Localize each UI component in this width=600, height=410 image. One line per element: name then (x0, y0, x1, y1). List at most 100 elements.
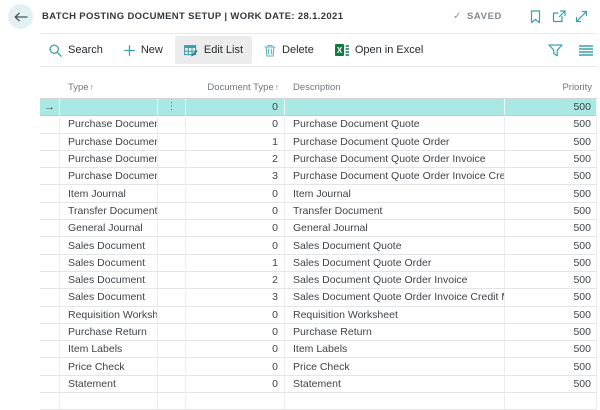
row-selector-cell[interactable] (40, 134, 60, 151)
row-options-cell[interactable] (158, 116, 186, 133)
row-selector-cell[interactable] (40, 185, 60, 202)
row-selector-cell[interactable] (40, 237, 60, 254)
cell-priority[interactable]: 500 (505, 307, 597, 324)
cell-document-type[interactable]: 1 (186, 134, 285, 151)
row-selector-cell[interactable] (40, 272, 60, 289)
cell-type[interactable]: Sales Document (60, 272, 158, 289)
open-in-excel-button[interactable]: X Open in Excel (326, 36, 432, 64)
cell-description[interactable]: Transfer Document (285, 203, 505, 220)
filter-button[interactable] (544, 40, 567, 60)
cell-document-type[interactable]: 3 (186, 289, 285, 306)
row-selector-cell[interactable] (40, 307, 60, 324)
row-selector-cell[interactable] (40, 376, 60, 393)
cell-document-type[interactable]: 0 (186, 203, 285, 220)
row-selector-cell[interactable] (40, 289, 60, 306)
cell-type[interactable]: Statement (60, 376, 158, 393)
cell-document-type[interactable]: 0 (186, 376, 285, 393)
cell-document-type[interactable]: 2 (186, 151, 285, 168)
cell-document-type[interactable]: 1 (186, 255, 285, 272)
cell-type[interactable]: Purchase Document (60, 151, 158, 168)
row-selector-cell[interactable] (40, 220, 60, 237)
column-header-priority[interactable]: Priority (505, 82, 597, 93)
cell-description[interactable] (285, 99, 505, 116)
cell-document-type[interactable]: 0 (186, 341, 285, 358)
cell-document-type[interactable]: 0 (186, 237, 285, 254)
cell-document-type[interactable]: 2 (186, 272, 285, 289)
open-in-new-window-button[interactable] (547, 7, 570, 27)
row-options-cell[interactable] (158, 237, 186, 254)
cell-type[interactable] (60, 393, 158, 410)
cell-type[interactable]: Purchase Document (60, 168, 158, 185)
row-options-cell[interactable] (158, 307, 186, 324)
cell-type[interactable] (60, 99, 158, 116)
edit-list-button[interactable]: Edit List (175, 36, 252, 64)
search-button[interactable]: Search (40, 36, 112, 64)
row-options-cell[interactable] (158, 341, 186, 358)
row-selector-cell[interactable] (40, 168, 60, 185)
cell-priority[interactable]: 500 (505, 185, 597, 202)
row-options-cell[interactable] (158, 220, 186, 237)
column-header-document-type[interactable]: Document Type↑ (186, 82, 285, 93)
row-options-button[interactable]: ⋮ (167, 102, 177, 112)
row-selector-cell[interactable] (40, 341, 60, 358)
cell-priority[interactable]: 500 (505, 358, 597, 375)
row-selector-cell[interactable] (40, 151, 60, 168)
row-options-cell[interactable]: ⋮ (158, 99, 186, 116)
row-selector-cell[interactable] (40, 203, 60, 220)
cell-description[interactable]: Requisition Worksheet (285, 307, 505, 324)
row-options-cell[interactable] (158, 255, 186, 272)
column-header-description[interactable]: Description (285, 82, 505, 93)
back-button[interactable] (8, 4, 33, 29)
cell-document-type[interactable]: 0 (186, 185, 285, 202)
cell-priority[interactable]: 500 (505, 99, 597, 116)
cell-description[interactable]: Sales Document Quote (285, 237, 505, 254)
cell-priority[interactable] (505, 393, 597, 410)
cell-priority[interactable]: 500 (505, 341, 597, 358)
cell-priority[interactable]: 500 (505, 255, 597, 272)
cell-description[interactable]: Item Labels (285, 341, 505, 358)
cell-priority[interactable]: 500 (505, 272, 597, 289)
cell-description[interactable]: General Journal (285, 220, 505, 237)
expand-page-button[interactable] (570, 7, 593, 27)
cell-description[interactable]: Statement (285, 376, 505, 393)
cell-document-type[interactable]: 0 (186, 220, 285, 237)
cell-document-type[interactable] (186, 393, 285, 410)
cell-document-type[interactable]: 0 (186, 324, 285, 341)
cell-type[interactable]: General Journal (60, 220, 158, 237)
delete-button[interactable]: Delete (255, 36, 323, 64)
cell-type[interactable]: Sales Document (60, 289, 158, 306)
cell-type[interactable]: Purchase Return (60, 324, 158, 341)
row-selector-cell[interactable] (40, 116, 60, 133)
row-options-cell[interactable] (158, 376, 186, 393)
row-selector-cell[interactable] (40, 324, 60, 341)
cell-priority[interactable]: 500 (505, 151, 597, 168)
cell-priority[interactable]: 500 (505, 237, 597, 254)
cell-type[interactable]: Transfer Document (60, 203, 158, 220)
row-options-cell[interactable] (158, 358, 186, 375)
cell-type[interactable]: Sales Document (60, 255, 158, 272)
row-options-cell[interactable] (158, 393, 186, 410)
row-options-cell[interactable] (158, 203, 186, 220)
cell-description[interactable]: Purchase Return (285, 324, 505, 341)
cell-type[interactable]: Item Journal (60, 185, 158, 202)
cell-description[interactable]: Purchase Document Quote (285, 116, 505, 133)
column-header-type[interactable]: Type↑ (60, 82, 158, 93)
cell-type[interactable]: Price Check (60, 358, 158, 375)
cell-type[interactable]: Sales Document (60, 237, 158, 254)
cell-document-type[interactable]: 3 (186, 168, 285, 185)
row-selector-cell[interactable]: → (40, 99, 60, 116)
row-options-cell[interactable] (158, 289, 186, 306)
cell-description[interactable]: Sales Document Quote Order (285, 255, 505, 272)
cell-priority[interactable]: 500 (505, 289, 597, 306)
cell-document-type[interactable]: 0 (186, 116, 285, 133)
row-options-cell[interactable] (158, 151, 186, 168)
cell-priority[interactable]: 500 (505, 116, 597, 133)
cell-priority[interactable]: 500 (505, 203, 597, 220)
cell-priority[interactable]: 500 (505, 134, 597, 151)
cell-description[interactable]: Sales Document Quote Order Invoice (285, 272, 505, 289)
cell-document-type[interactable]: 0 (186, 307, 285, 324)
cell-type[interactable]: Item Labels (60, 341, 158, 358)
cell-description[interactable]: Purchase Document Quote Order Invoice Cr… (285, 168, 505, 185)
cell-priority[interactable]: 500 (505, 168, 597, 185)
show-list-button[interactable] (574, 40, 597, 60)
